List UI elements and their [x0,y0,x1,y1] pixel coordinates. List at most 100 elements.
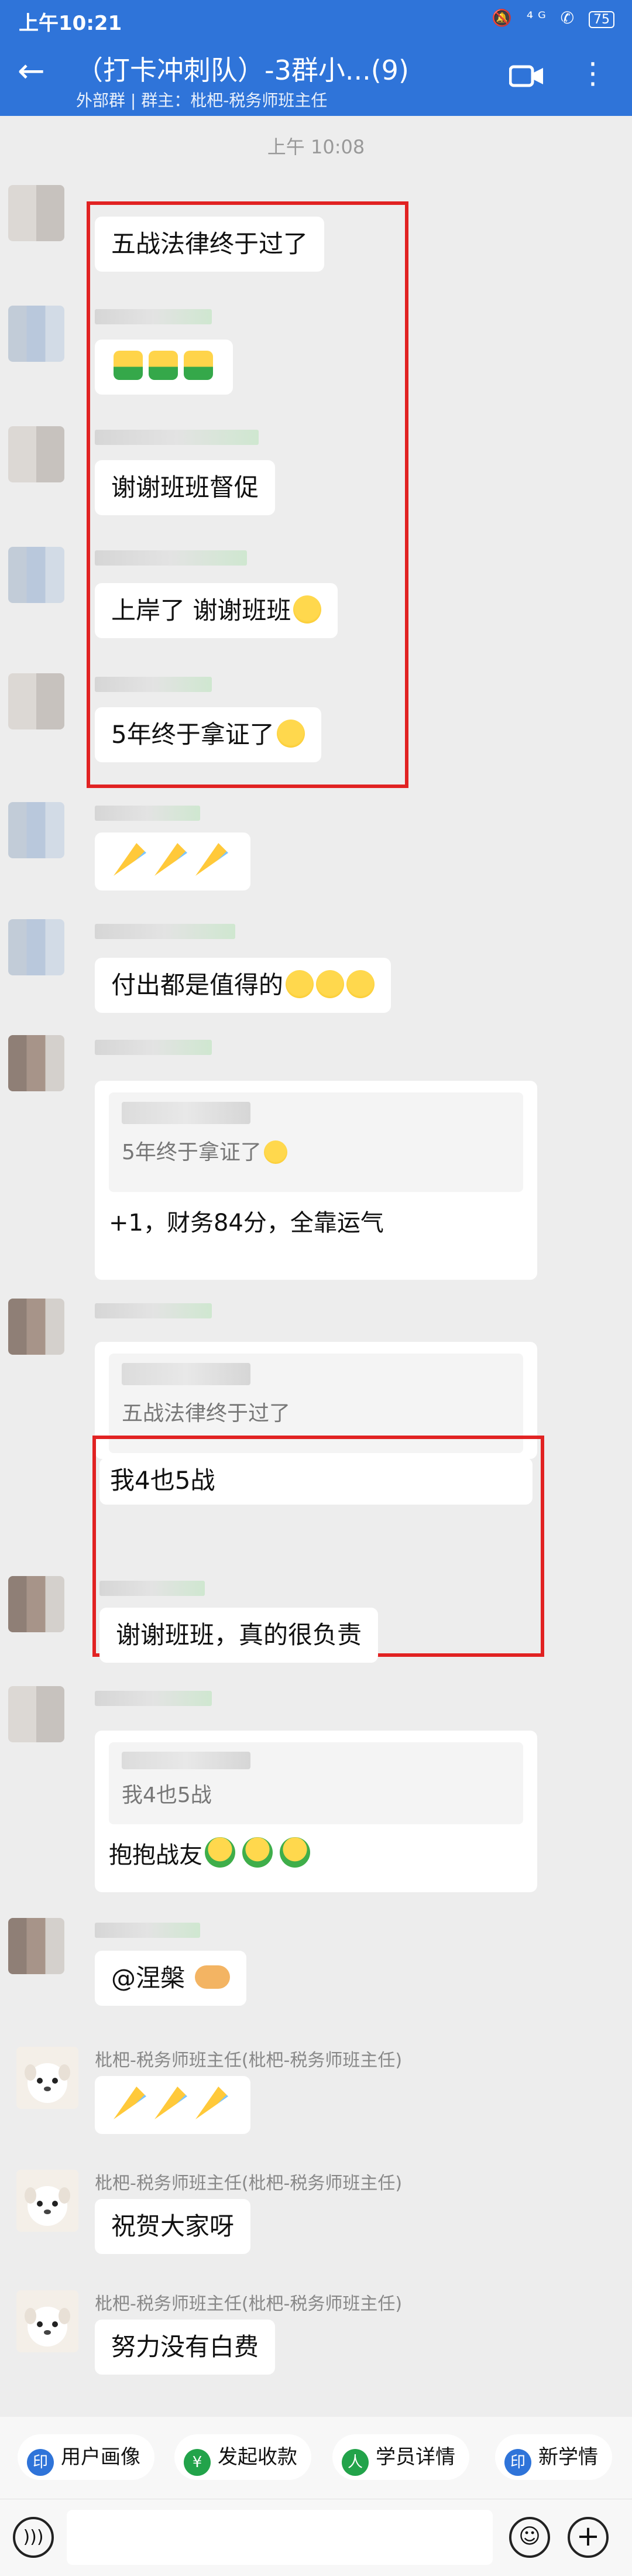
sender-name [95,1923,200,1938]
sender-name [95,309,212,324]
avatar[interactable] [8,673,64,729]
message-bubble[interactable]: 谢谢班班督促 [95,460,276,515]
profile-icon: 印 [27,2449,54,2476]
message-text: 五战法律终于过了 [111,229,308,258]
yuan-icon: ¥ [184,2449,211,2476]
battery-icon: 75 [589,11,614,28]
message-bubble[interactable]: 五战法律终于过了 [95,217,325,272]
sender-name [99,1581,205,1596]
avatar[interactable] [16,2290,78,2352]
thumbs-up-icon [114,351,143,380]
sender-name [95,924,235,939]
hug-icon [280,1837,310,1868]
avatar[interactable] [8,426,64,482]
plus-icon[interactable]: + [568,2517,609,2558]
message-bubble[interactable]: @涅槃 [95,1951,247,2006]
avatar[interactable] [8,1299,64,1355]
voice-input-icon[interactable]: ))) [13,2517,54,2558]
sender-name [95,1303,212,1318]
message-bubble[interactable]: 我4也5战 [99,1458,533,1505]
thumbs-up-icon [149,351,178,380]
quoted-sender [122,1752,250,1769]
message-bubble[interactable]: 努力没有白费 [95,2320,276,2375]
signal-icons: 🔕 ⁴ᴳ ✆ [492,8,579,28]
sender-name: 枇杷-税务师班主任(枇杷-税务师班主任) [95,2173,403,2194]
message-text: 付出都是值得的 [111,971,284,999]
back-arrow-icon[interactable]: ← [18,55,45,88]
crying-laughing-icon [276,720,305,748]
quoted-text: 5年终于拿证了 [122,1140,262,1164]
avatar[interactable] [8,185,64,241]
button-label: 新学情 [538,2445,598,2469]
avatar[interactable] [8,1576,64,1632]
message-bubble[interactable]: 5年终于拿证了 +1，财务84分，全靠运气 [95,1081,537,1280]
handshake-icon [195,1965,231,1989]
collect-payment-button[interactable]: ¥ 发起收款 [174,2434,311,2480]
person-icon: 人 [342,2449,369,2476]
student-details-button[interactable]: 人学员详情 [332,2434,469,2480]
input-bar: ))) ☺ + [0,2499,632,2576]
crying-laughing-icon [263,1140,287,1164]
avatar[interactable] [8,1918,64,1974]
party-popper-icon [114,843,146,876]
message-text: @涅槃 [111,1964,186,1992]
status-time: 上午10:21 [19,12,122,35]
message-text: 5年终于拿证了 [111,720,274,749]
dog-avatar-icon [16,2170,78,2232]
quoted-text: 五战法律终于过了 [122,1402,291,1426]
avatar[interactable] [16,2170,78,2232]
emoji-icon[interactable]: ☺ [509,2517,550,2558]
quoted-message[interactable]: 5年终于拿证了 [109,1092,523,1192]
hug-icon [205,1837,235,1868]
avatar[interactable] [8,919,64,975]
sender-name [95,430,259,445]
message-text: 努力没有白费 [111,2332,259,2361]
party-popper-icon [154,2087,187,2119]
party-popper-icon [114,2087,146,2119]
message-bubble[interactable]: 5年终于拿证了 [95,707,321,762]
quoted-message[interactable]: 我4也5战 [109,1742,523,1824]
message-bubble[interactable] [95,2076,250,2134]
message-bubble[interactable]: 祝贺大家呀 [95,2199,251,2254]
grinning-face-icon [316,970,345,998]
avatar[interactable] [8,547,64,603]
sender-name [95,677,212,692]
avatar[interactable] [8,306,64,362]
avatar[interactable] [8,802,64,858]
user-profile-button[interactable]: 印用户画像 [18,2434,154,2480]
quick-action-bar: 印用户画像 ¥ 发起收款 人学员详情 印新学情 [0,2417,632,2499]
avatar[interactable] [8,1686,64,1742]
grinning-face-icon [346,970,375,998]
sender-name [95,1040,212,1055]
message-text: 我4也5战 [110,1466,215,1495]
new-learning-button[interactable]: 印新学情 [495,2434,612,2480]
party-popper-icon [195,843,228,876]
message-text: +1，财务84分，全靠运气 [109,1210,384,1236]
party-popper-icon [195,2087,228,2119]
dog-avatar-icon [16,2047,78,2109]
sender-name [95,806,200,821]
quoted-sender [122,1363,250,1385]
more-options-icon[interactable]: ⋮ [578,59,607,88]
sender-name [95,550,247,566]
message-bubble[interactable] [95,340,233,395]
avatar[interactable] [16,2047,78,2109]
message-bubble[interactable]: 谢谢班班，真的很负责 [99,1608,379,1663]
message-timestamp: 上午 10:08 [267,136,365,158]
quoted-text: 我4也5战 [122,1783,212,1807]
message-input[interactable] [67,2510,493,2565]
message-bubble[interactable]: 上岸了 谢谢班班 [95,583,338,638]
chat-title: （打卡冲刺队）-3群小...(9) [76,54,409,86]
chat-subtitle: 外部群 | 群主：枇杷-税务师班主任 [76,91,328,110]
sender-name: 枇杷-税务师班主任(枇杷-税务师班主任) [95,2050,403,2071]
message-bubble[interactable] [95,833,250,890]
message-bubble[interactable]: 付出都是值得的 [95,958,391,1013]
button-label: 用户画像 [61,2445,140,2469]
sender-name: 枇杷-税务师班主任(枇杷-税务师班主任) [95,2294,403,2314]
avatar[interactable] [8,1035,64,1091]
message-bubble[interactable]: 我4也5战 抱抱战友 [95,1731,537,1892]
video-call-icon[interactable] [509,63,544,89]
dog-avatar-icon [16,2290,78,2352]
message-text: 上岸了 谢谢班班 [111,596,291,625]
grinning-face-icon [293,595,322,624]
